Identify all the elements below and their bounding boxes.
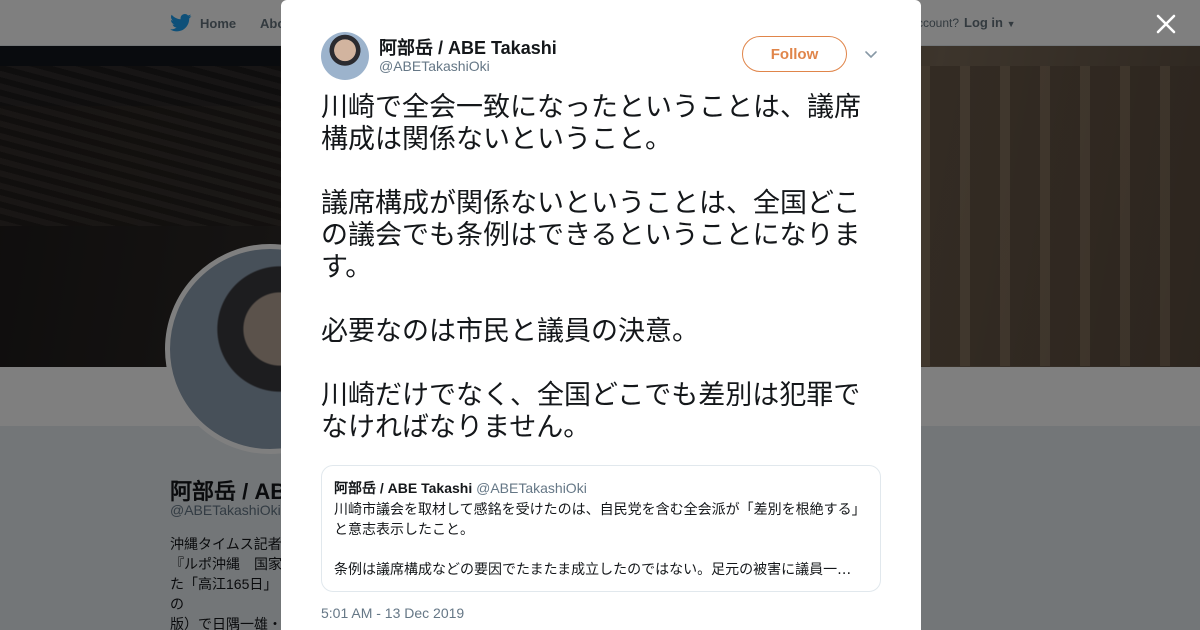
- quoted-author-name: 阿部岳 / ABE Takashi: [334, 480, 473, 496]
- tweet-timestamp[interactable]: 5:01 AM - 13 Dec 2019: [321, 605, 464, 621]
- quoted-author-handle: @ABETakashiOki: [476, 480, 587, 496]
- quoted-tweet[interactable]: 阿部岳 / ABE Takashi @ABETakashiOki 川崎市議会を取…: [321, 465, 881, 592]
- tweet-menu-button[interactable]: [863, 46, 879, 62]
- chevron-down-icon: [865, 51, 877, 59]
- tweet-text: 川崎で全会一致になったということは、議席構成は関係ないということ。 議席構成が関…: [321, 92, 861, 443]
- quoted-tweet-header: 阿部岳 / ABE Takashi @ABETakashiOki: [334, 479, 868, 497]
- follow-button[interactable]: Follow: [742, 36, 847, 72]
- close-icon: [1156, 14, 1176, 34]
- author-handle[interactable]: @ABETakashiOki: [379, 58, 490, 74]
- quoted-tweet-text: 川崎市議会を取材して感銘を受けたのは、自民党を含む全会派が「差別を根絶する」と意…: [334, 502, 866, 578]
- author-avatar[interactable]: [321, 32, 369, 80]
- tweet-modal: 阿部岳 / ABE Takashi @ABETakashiOki Follow …: [281, 0, 921, 630]
- author-name[interactable]: 阿部岳 / ABE Takashi: [379, 34, 557, 60]
- close-button[interactable]: [1152, 10, 1180, 38]
